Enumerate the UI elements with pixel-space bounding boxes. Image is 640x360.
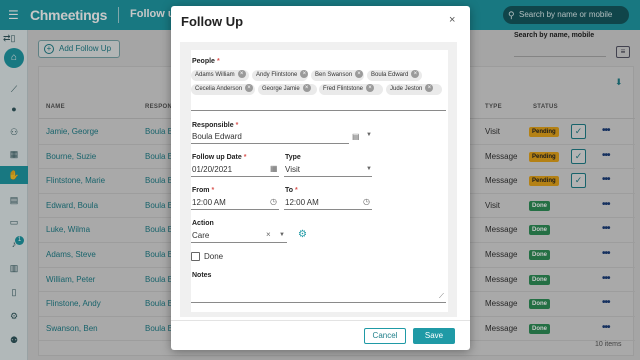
remove-chip-icon[interactable]: × [425, 83, 434, 92]
remove-chip-icon[interactable]: × [411, 69, 420, 78]
remove-chip-icon[interactable]: × [366, 83, 375, 92]
to-label: To * [285, 187, 298, 194]
chevron-down-icon[interactable]: ▼ [366, 132, 372, 138]
person-chip[interactable]: Ben Swanson × [311, 69, 364, 81]
person-chip[interactable]: Boula Edward × [367, 69, 422, 81]
responsible-input[interactable]: Boula Edward [192, 132, 242, 141]
contact-card-icon[interactable]: ▤ [352, 132, 360, 141]
action-label: Action [192, 220, 214, 227]
person-chip-label: Ben Swanson [315, 72, 353, 78]
person-chip-label: George Jamie [262, 86, 300, 92]
action-chevron-down-icon[interactable]: ▼ [279, 232, 285, 238]
remove-chip-icon[interactable]: × [237, 69, 246, 78]
remove-chip-icon[interactable]: × [245, 83, 254, 92]
close-icon[interactable]: × [449, 14, 455, 26]
person-chip[interactable]: Adams William × [191, 69, 249, 81]
from-underline [191, 209, 279, 210]
clear-icon[interactable]: × [266, 230, 271, 239]
from-label: From * [192, 187, 215, 194]
person-chip[interactable]: Cecelia Anderson × [191, 83, 255, 95]
dialog-body: People * Adams William × Andy Flintstone × Be… [180, 42, 457, 317]
save-button[interactable]: Save [413, 328, 455, 344]
resize-handle-icon[interactable]: ⟋ [439, 293, 444, 301]
followup-date-input[interactable]: 01/20/2021 [192, 165, 232, 174]
from-time-input[interactable]: 12:00 AM [192, 198, 226, 207]
type-underline [284, 176, 372, 177]
date-underline [191, 176, 279, 177]
gear-icon[interactable]: ⚙ [298, 229, 307, 240]
person-chip-label: Boula Edward [371, 72, 409, 78]
to-clock-icon[interactable]: ◷ [363, 197, 370, 206]
remove-chip-icon[interactable]: × [355, 69, 364, 78]
person-chip-label: Jude Jeston [390, 86, 423, 92]
cancel-button[interactable]: Cancel [364, 328, 406, 344]
calendar-icon[interactable]: ▦ [270, 164, 278, 173]
action-underline [191, 242, 287, 243]
to-time-input[interactable]: 12:00 AM [285, 198, 319, 207]
dialog-footer-divider [171, 320, 470, 321]
responsible-label: Responsible * [192, 122, 239, 129]
person-chip[interactable]: George Jamie × [258, 83, 317, 95]
action-select[interactable]: Care [192, 231, 209, 240]
person-chip-label: Fred Flintstone [323, 86, 364, 92]
remove-chip-icon[interactable]: × [302, 83, 311, 92]
people-underline [191, 110, 446, 111]
person-chip-label: Andy Flintstone [256, 72, 298, 78]
type-select[interactable]: Visit [285, 165, 300, 174]
to-underline [284, 209, 372, 210]
person-chip[interactable]: Jude Jeston × [386, 83, 442, 95]
person-chip[interactable]: Fred Flintstone × [319, 83, 383, 95]
person-chip-label: Cecelia Anderson [195, 86, 243, 92]
clock-icon[interactable]: ◷ [270, 197, 277, 206]
responsible-underline [191, 143, 349, 144]
done-label: Done [204, 252, 224, 261]
remove-chip-icon[interactable]: × [300, 69, 309, 78]
follow-up-form: People * Adams William × Andy Flintstone × Be… [191, 50, 448, 312]
person-chip[interactable]: Andy Flintstone × [252, 69, 309, 81]
notes-label: Notes [192, 272, 212, 279]
done-checkbox[interactable] [191, 252, 200, 261]
type-chevron-down-icon[interactable]: ▼ [366, 166, 372, 172]
follow-up-dialog: Follow Up × People * Adams William × Andy F… [171, 6, 470, 350]
notes-underline [191, 302, 446, 303]
dialog-title: Follow Up [181, 14, 244, 29]
person-chip-label: Adams William [195, 72, 235, 78]
people-label: People * [192, 58, 220, 65]
type-label: Type [285, 154, 301, 161]
followup-date-label: Follow up Date * [192, 154, 247, 161]
